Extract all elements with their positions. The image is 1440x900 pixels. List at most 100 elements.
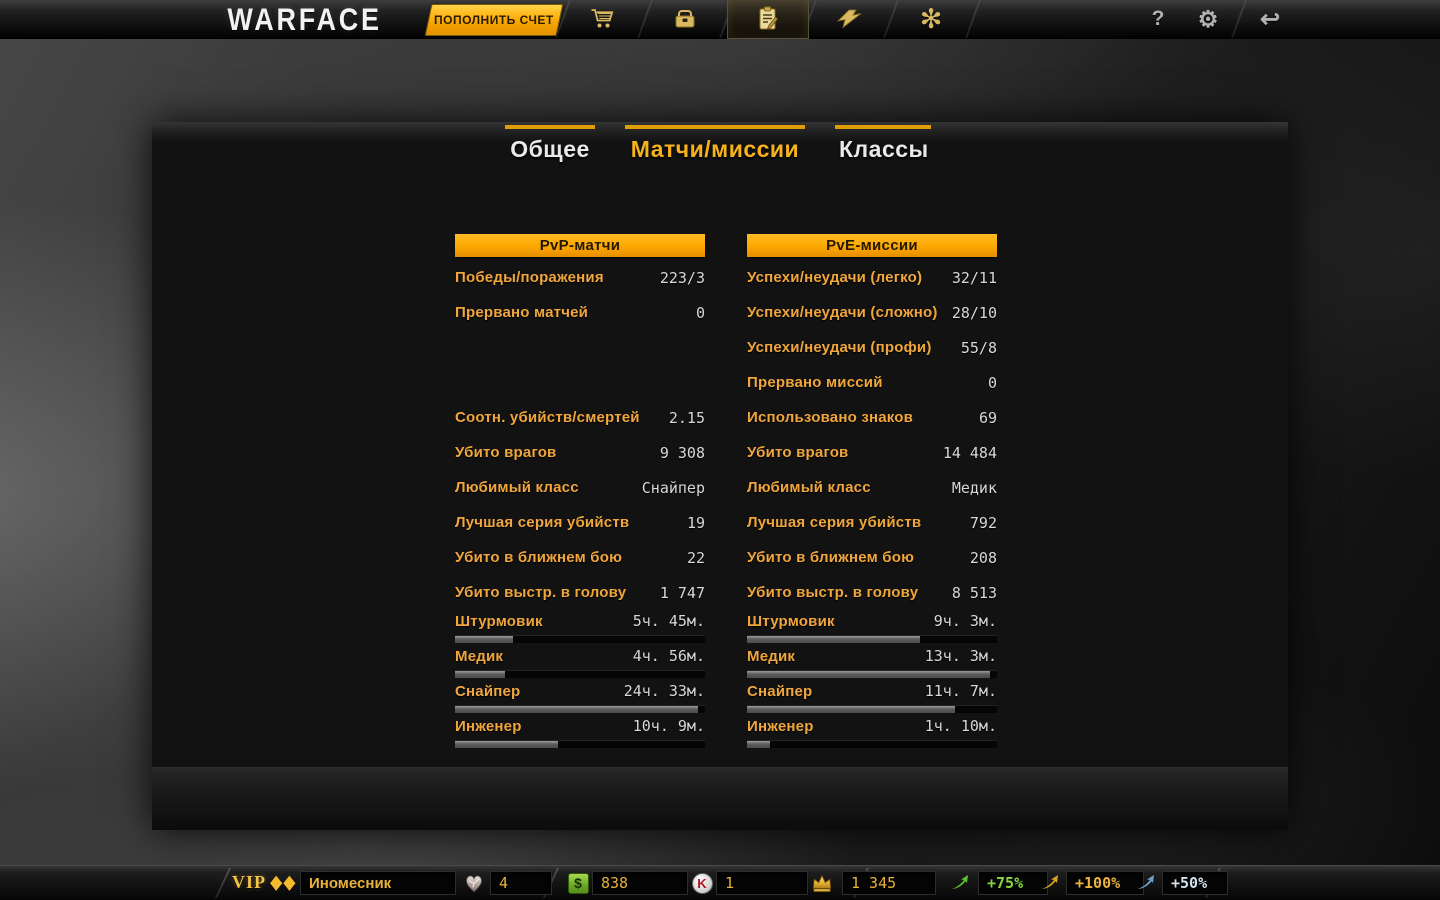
nav-shop-button[interactable] xyxy=(563,0,643,38)
class-name-label: Штурмовик xyxy=(455,612,543,630)
class-playtime-item: Медик 13ч. 3м. xyxy=(747,645,997,680)
tab-classes[interactable]: Классы xyxy=(835,125,931,163)
stat-label: Соотн. убийств/смертей xyxy=(455,409,640,426)
pve-class-time-list: Штурмовик 9ч. 3м. Медик 13ч. 3м. Снайпер 11ч.… xyxy=(747,610,997,750)
warface-logo: WARFACE xyxy=(227,3,382,38)
stat-label: Прервано миссий xyxy=(747,374,883,391)
vip-boost-field: +100% xyxy=(1066,871,1144,895)
shopping-cart-icon xyxy=(591,9,614,28)
class-playtime-value: 9ч. 3м. xyxy=(933,612,997,630)
kredits-value: 1 xyxy=(725,874,735,892)
bottombar: VIP ◆◆ Иномесник 4 $ 838 K 1 1 345 +75% … xyxy=(0,865,1440,900)
tab-matches-missions[interactable]: Матчи/миссии xyxy=(625,125,805,163)
kredits-field: 1 xyxy=(716,871,808,895)
clan-flower-icon: ✻ xyxy=(919,3,943,34)
stat-value: Медик xyxy=(951,478,997,497)
stat-value: 22 xyxy=(686,548,705,567)
stat-row: Успехи/неудачи (сложно) 28/10 xyxy=(747,295,997,330)
stat-row: Любимый класс Снайпер xyxy=(455,470,705,505)
class-playtime-value: 13ч. 3м. xyxy=(924,647,997,665)
class-playtime-value: 10ч. 9м. xyxy=(632,717,705,735)
stat-value: 223/3 xyxy=(659,268,705,287)
class-name-label: Инженер xyxy=(455,717,522,735)
stat-row: Любимый класс Медик xyxy=(747,470,997,505)
stat-label: Использовано знаков xyxy=(747,409,914,426)
pve-stat-rows: Успехи/неудачи (легко) 32/11 Успехи/неудач… xyxy=(747,260,997,610)
stat-row xyxy=(455,365,705,400)
stat-value: 792 xyxy=(969,513,997,532)
stats-tabs: Общее Матчи/миссии Классы xyxy=(505,125,931,163)
player-name-field[interactable]: Иномесник xyxy=(300,871,456,895)
stat-label: Убито врагов xyxy=(455,444,557,461)
stat-label: Победы/поражения xyxy=(455,269,604,286)
stat-value: 1 747 xyxy=(659,583,705,602)
exit-button[interactable]: ↩ xyxy=(1250,0,1290,38)
nav-boosters-button[interactable] xyxy=(809,0,889,38)
stat-value: 208 xyxy=(969,548,997,567)
bottombar-divider xyxy=(215,868,231,898)
class-playtime-bar-fill xyxy=(455,741,558,748)
class-playtime-bar xyxy=(747,740,997,748)
class-name-label: Снайпер xyxy=(747,682,813,700)
stat-row: Убито выстр. в голову 8 513 xyxy=(747,575,997,610)
class-playtime-bar-fill xyxy=(747,706,955,713)
panel-footer-strip xyxy=(152,767,1288,830)
vip-status-label: VIP xyxy=(232,872,266,892)
class-name-label: Инженер xyxy=(747,717,814,735)
crown-boost-value: +50% xyxy=(1171,874,1208,892)
topup-account-button[interactable]: ПОПОЛНИТЬ СЧЕТ xyxy=(424,4,564,36)
pve-stats-column: PvE-миссии Успехи/неудачи (легко) 32/11 Ус… xyxy=(747,234,997,750)
pvp-stat-rows: Победы/поражения 223/3 Прервано матчей 0 Соо… xyxy=(455,260,705,610)
back-arrow-icon: ↩ xyxy=(1259,5,1281,33)
vip-boost-arrow-icon xyxy=(1040,873,1060,893)
stat-row: Успехи/неудачи (профи) 55/8 xyxy=(747,330,997,365)
class-playtime-bar-fill xyxy=(747,636,920,643)
class-playtime-value: 1ч. 10м. xyxy=(924,717,997,735)
stat-row: Убито в ближнем бою 208 xyxy=(747,540,997,575)
question-mark-icon: ? xyxy=(1151,7,1165,30)
stat-label: Лучшая серия убийств xyxy=(455,514,630,531)
stat-value: 28/10 xyxy=(951,303,997,322)
badge-count-field: 4 xyxy=(490,871,552,895)
dollar-glyph: $ xyxy=(574,875,582,891)
class-playtime-item: Снайпер 24ч. 33м. xyxy=(455,680,705,715)
player-name: Иномесник xyxy=(309,874,392,892)
stat-row: Соотн. убийств/смертей 2.15 xyxy=(455,400,705,435)
class-playtime-bar xyxy=(455,705,705,713)
class-playtime-bar-fill xyxy=(747,741,770,748)
class-playtime-item: Медик 4ч. 56м. xyxy=(455,645,705,680)
nav-statistics-button[interactable] xyxy=(727,0,809,39)
class-playtime-item: Штурмовик 9ч. 3м. xyxy=(747,610,997,645)
stat-label: Убито выстр. в голову xyxy=(455,584,627,601)
crowns-field: 1 345 xyxy=(842,871,936,895)
stat-value: 2.15 xyxy=(668,408,705,427)
class-playtime-item: Штурмовик 5ч. 45м. xyxy=(455,610,705,645)
kredit-glyph: K xyxy=(697,875,707,891)
inventory-crate-icon xyxy=(675,10,695,28)
class-playtime-bar xyxy=(455,670,705,678)
tab-general[interactable]: Общее xyxy=(505,125,595,163)
stat-row: Убито выстр. в голову 1 747 xyxy=(455,575,705,610)
nav-clan-button[interactable]: ✻ xyxy=(891,0,971,38)
stat-row: Лучшая серия убийств 792 xyxy=(747,505,997,540)
pve-column-header: PvE-миссии xyxy=(747,234,997,257)
stat-row: Убито в ближнем бою 22 xyxy=(455,540,705,575)
stat-label: Прервано матчей xyxy=(455,304,589,321)
stat-label: Успехи/неудачи (сложно) xyxy=(747,304,938,321)
class-playtime-bar-fill xyxy=(455,671,505,678)
nav-inventory-button[interactable] xyxy=(645,0,725,38)
stat-label: Убито в ближнем бою xyxy=(747,549,915,566)
settings-button[interactable]: ⚙ xyxy=(1188,0,1228,38)
stat-row: Убито врагов 9 308 xyxy=(455,435,705,470)
class-name-label: Снайпер xyxy=(455,682,521,700)
stat-row: Успехи/неудачи (легко) 32/11 xyxy=(747,260,997,295)
class-playtime-bar xyxy=(455,740,705,748)
stat-label: Убито в ближнем бою xyxy=(455,549,623,566)
help-button[interactable]: ? xyxy=(1138,0,1178,38)
dollars-field: 838 xyxy=(592,871,688,895)
topbar: WARFACE ПОПОЛНИТЬ СЧЕТ ✻ ? ⚙ ↩ xyxy=(0,0,1440,39)
stat-value: 69 xyxy=(978,408,997,427)
crown-boost-field: +50% xyxy=(1162,871,1228,895)
xp-boost-arrow-icon xyxy=(950,873,970,893)
class-playtime-value: 4ч. 56м. xyxy=(632,647,705,665)
